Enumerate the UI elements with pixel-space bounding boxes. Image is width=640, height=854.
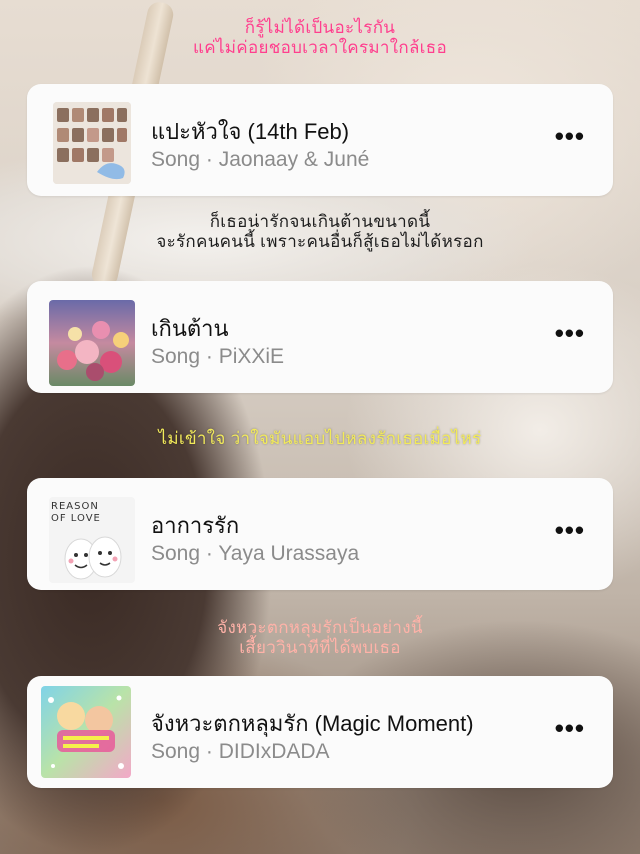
- eggs-album-art: REASON OF LOVE: [49, 497, 135, 583]
- lyric-block-2: ก็เธอน่ารักจนเกินต้านขนาดนี้ จะรักคนคนนี…: [0, 212, 640, 252]
- more-options-icon[interactable]: •••: [555, 715, 585, 741]
- song-title[interactable]: เกินต้าน: [151, 311, 229, 346]
- lyric-line: ก็เธอน่ารักจนเกินต้านขนาดนี้: [209, 212, 431, 231]
- song-card-1[interactable]: แปะหัวใจ (14th Feb) Song · Jaonaay & Jun…: [27, 84, 613, 196]
- song-subtitle: Song · DIDIxDADA: [151, 740, 330, 763]
- more-options-icon[interactable]: •••: [555, 517, 585, 543]
- more-options-icon[interactable]: •••: [555, 320, 585, 346]
- song-subtitle: Song · Jaonaay & Juné: [151, 148, 370, 171]
- lyric-block-4: จังหวะตกหลุมรักเป็นอย่างนี้ เสี้ยววินาที…: [0, 618, 640, 658]
- sparkle-album-art: [41, 686, 131, 778]
- lyric-line: จะรักคนคนนี้ เพราะคนอื่นก็สู้เธอไม่ได้หร…: [156, 232, 484, 251]
- song-subtitle: Song · PiXXiE: [151, 345, 285, 368]
- lyric-line: ก็รู้ไม่ได้เป็นอะไรกัน: [244, 18, 396, 37]
- more-options-icon[interactable]: •••: [555, 123, 585, 149]
- song-title[interactable]: อาการรัก: [151, 508, 239, 543]
- song-subtitle: Song · Yaya Urassaya: [151, 542, 360, 565]
- song-card-3[interactable]: REASON OF LOVE อาการรัก Song · Yaya Uras…: [27, 478, 613, 590]
- song-title[interactable]: จังหวะตกหลุมรัก (Magic Moment): [151, 706, 474, 741]
- lyric-line: จังหวะตกหลุมรักเป็นอย่างนี้: [217, 618, 423, 637]
- group-photo-album-art: [53, 102, 131, 184]
- song-card-2[interactable]: เกินต้าน Song · PiXXiE •••: [27, 281, 613, 393]
- lyric-line: แค่ไม่ค่อยชอบเวลาใครมาใกล้เธอ: [193, 38, 447, 57]
- song-card-4[interactable]: จังหวะตกหลุมรัก (Magic Moment) Song · DI…: [27, 676, 613, 788]
- lyric-block-1: ก็รู้ไม่ได้เป็นอะไรกัน แค่ไม่ค่อยชอบเวลา…: [0, 18, 640, 58]
- lyric-line: เสี้ยววินาทีที่ได้พบเธอ: [239, 638, 401, 657]
- lyric-block-3: ไม่เข้าใจ ว่าใจมันแอบไปหลงรักเธอเมื่อไหร…: [0, 429, 640, 449]
- lyric-line: ไม่เข้าใจ ว่าใจมันแอบไปหลงรักเธอเมื่อไหร…: [158, 429, 482, 448]
- floral-album-art: [49, 300, 135, 386]
- song-title[interactable]: แปะหัวใจ (14th Feb): [151, 114, 349, 149]
